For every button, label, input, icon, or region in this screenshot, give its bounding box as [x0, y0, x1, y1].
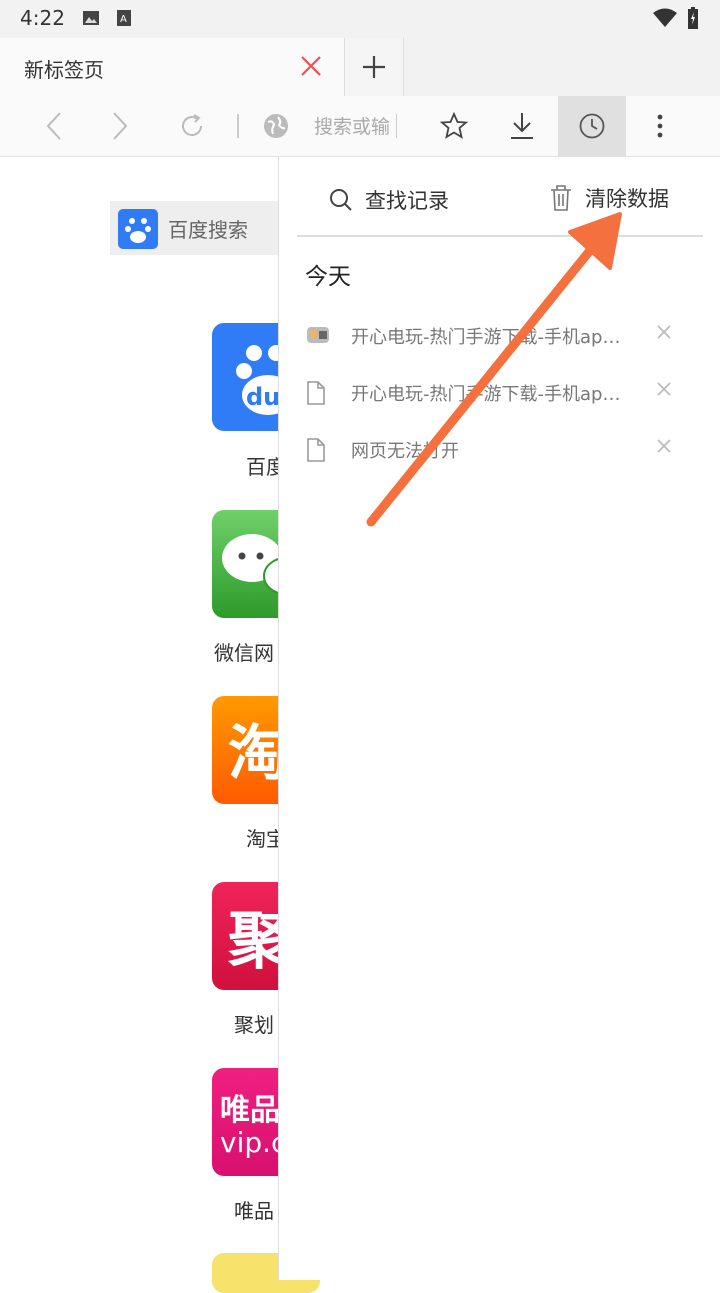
svg-text:vip.c: vip.c [220, 1126, 286, 1159]
document-icon [307, 438, 325, 462]
baidu-logo-icon [118, 209, 158, 249]
more-vertical-icon [657, 114, 663, 138]
site-favicon-icon [307, 327, 329, 343]
toolbar-divider [237, 114, 239, 138]
more-menu-button[interactable] [646, 96, 674, 156]
clear-data-label: 清除数据 [585, 187, 669, 211]
plus-icon [363, 56, 385, 78]
history-title: 开心电玩-热门手游下载-手机app下载 [351, 384, 621, 405]
section-today: 今天 [305, 264, 351, 290]
panel-divider [297, 235, 703, 237]
status-time: 4:22 [20, 6, 65, 30]
remove-item-icon[interactable] [657, 325, 671, 339]
app-label-wechat: 微信网 [214, 641, 274, 665]
new-tab-button[interactable] [345, 38, 404, 96]
star-icon [440, 112, 468, 139]
url-divider [396, 114, 397, 138]
app-label-vip: 唯品 [234, 1199, 274, 1223]
svg-text:du: du [246, 383, 280, 411]
find-history-button[interactable]: 查找记录 [329, 185, 449, 215]
wifi-icon [653, 8, 677, 27]
back-button[interactable] [34, 96, 74, 156]
history-title: 开心电玩-热门手游下载-手机app下载 [351, 327, 621, 348]
svg-text:唯品: 唯品 [220, 1093, 280, 1128]
globe-icon [264, 114, 288, 138]
search-icon [330, 189, 352, 211]
battery-icon [688, 7, 698, 29]
tab-bar: 新标签页 [0, 38, 720, 96]
history-item[interactable]: 开心电玩-热门手游下载-手机app下载 [299, 315, 699, 355]
download-button[interactable] [502, 96, 542, 156]
search-label: 百度搜索 [168, 218, 248, 242]
chevron-right-icon [113, 112, 128, 140]
browser-toolbar: 搜索或输 [0, 96, 720, 157]
history-title: 网页无法打开 [351, 441, 459, 462]
url-input[interactable]: 搜索或输 [314, 112, 396, 139]
history-item[interactable]: 网页无法打开 [299, 429, 699, 469]
history-item[interactable]: 开心电玩-热门手游下载-手机app下载 [299, 372, 699, 412]
chevron-left-icon [46, 112, 61, 140]
reload-button[interactable] [172, 96, 212, 156]
close-tab-icon[interactable] [298, 53, 324, 79]
font-notification-icon: A [117, 10, 131, 26]
reload-icon [182, 114, 202, 136]
remove-item-icon[interactable] [657, 382, 671, 396]
download-icon [511, 113, 533, 139]
tab-new-tab-page[interactable]: 新标签页 [0, 38, 345, 96]
clear-data-button[interactable]: 清除数据 [549, 183, 669, 213]
image-notification-icon [83, 11, 99, 25]
status-bar: 4:22 A [0, 0, 720, 38]
history-panel: 查找记录 清除数据 今天 开心电玩-热门手游下载-手机app下载 开心电玩-热门… [278, 157, 720, 1280]
remove-item-icon[interactable] [657, 439, 671, 453]
trash-icon [551, 185, 571, 211]
bookmark-button[interactable] [434, 96, 474, 156]
forward-button[interactable] [100, 96, 140, 156]
history-button[interactable] [558, 96, 626, 156]
tab-title: 新标签页 [24, 58, 104, 82]
find-history-label: 查找记录 [365, 189, 449, 213]
app-label-juhuasuan: 聚划 [234, 1013, 274, 1037]
svg-text:A: A [120, 14, 127, 25]
clock-icon [579, 113, 605, 139]
document-icon [307, 381, 325, 405]
